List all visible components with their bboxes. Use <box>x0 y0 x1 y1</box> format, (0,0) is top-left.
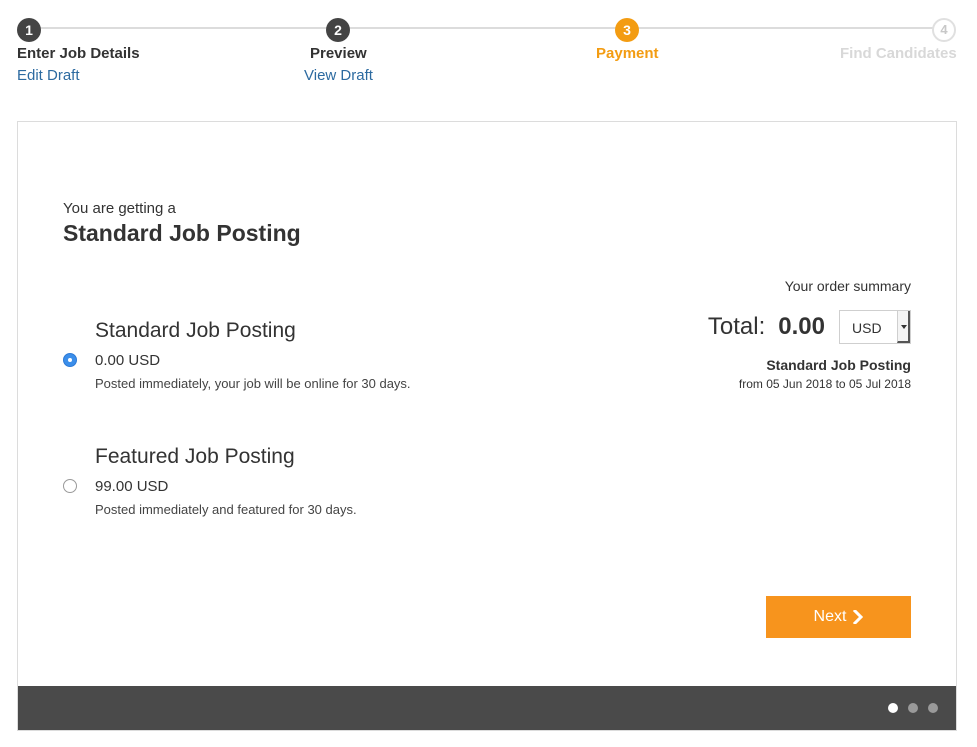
plan-intro: You are getting a <box>63 200 176 217</box>
chevron-right-icon <box>853 610 864 624</box>
featured-option-title: Featured Job Posting <box>95 445 295 468</box>
currency-select[interactable]: USD <box>839 310 911 344</box>
step-4-title: Find Candidates <box>840 45 957 62</box>
standard-option-title: Standard Job Posting <box>95 319 296 342</box>
step-3-title: Payment <box>596 45 659 62</box>
progress-stepper: 1 Enter Job Details Edit Draft 2 Preview… <box>0 0 977 100</box>
next-button-label: Next <box>813 608 847 625</box>
featured-option-price: 99.00 USD <box>95 478 169 495</box>
currency-value: USD <box>852 320 882 336</box>
standard-option-price: 0.00 USD <box>95 352 161 369</box>
summary-dates: from 05 Jun 2018 to 05 Jul 2018 <box>738 377 911 391</box>
pager-dots <box>878 703 938 713</box>
total-value: 0.00 <box>778 313 825 340</box>
pager-dot-3[interactable] <box>928 703 938 713</box>
step-2-title: Preview <box>310 45 367 62</box>
plan-heading: Standard Job Posting <box>63 220 301 246</box>
step-1-number: 1 <box>17 18 41 42</box>
standard-option-radio[interactable] <box>63 353 77 367</box>
step-4-number: 4 <box>932 18 956 42</box>
step-3-number: 3 <box>615 18 639 42</box>
footer-bar <box>18 686 956 730</box>
stepper-track <box>29 27 944 29</box>
pager-dot-2[interactable] <box>908 703 918 713</box>
featured-option-radio[interactable] <box>63 479 77 493</box>
view-draft-link[interactable]: View Draft <box>304 67 373 84</box>
caret-down-icon <box>897 311 910 343</box>
order-summary-label: Your order summary <box>784 278 911 294</box>
order-total-row: Total: 0.00 USD <box>708 309 911 345</box>
featured-option-description: Posted immediately and featured for 30 d… <box>95 502 357 517</box>
pager-dot-1[interactable] <box>888 703 898 713</box>
standard-option-description: Posted immediately, your job will be onl… <box>95 376 411 391</box>
next-button[interactable]: Next <box>766 596 911 638</box>
step-2-number: 2 <box>326 18 350 42</box>
edit-draft-link[interactable]: Edit Draft <box>17 67 80 84</box>
summary-plan-name: Standard Job Posting <box>766 357 911 373</box>
total-label: Total: <box>707 313 766 340</box>
step-1-title: Enter Job Details <box>17 45 140 62</box>
payment-card: You are getting a Standard Job Posting S… <box>17 121 957 731</box>
